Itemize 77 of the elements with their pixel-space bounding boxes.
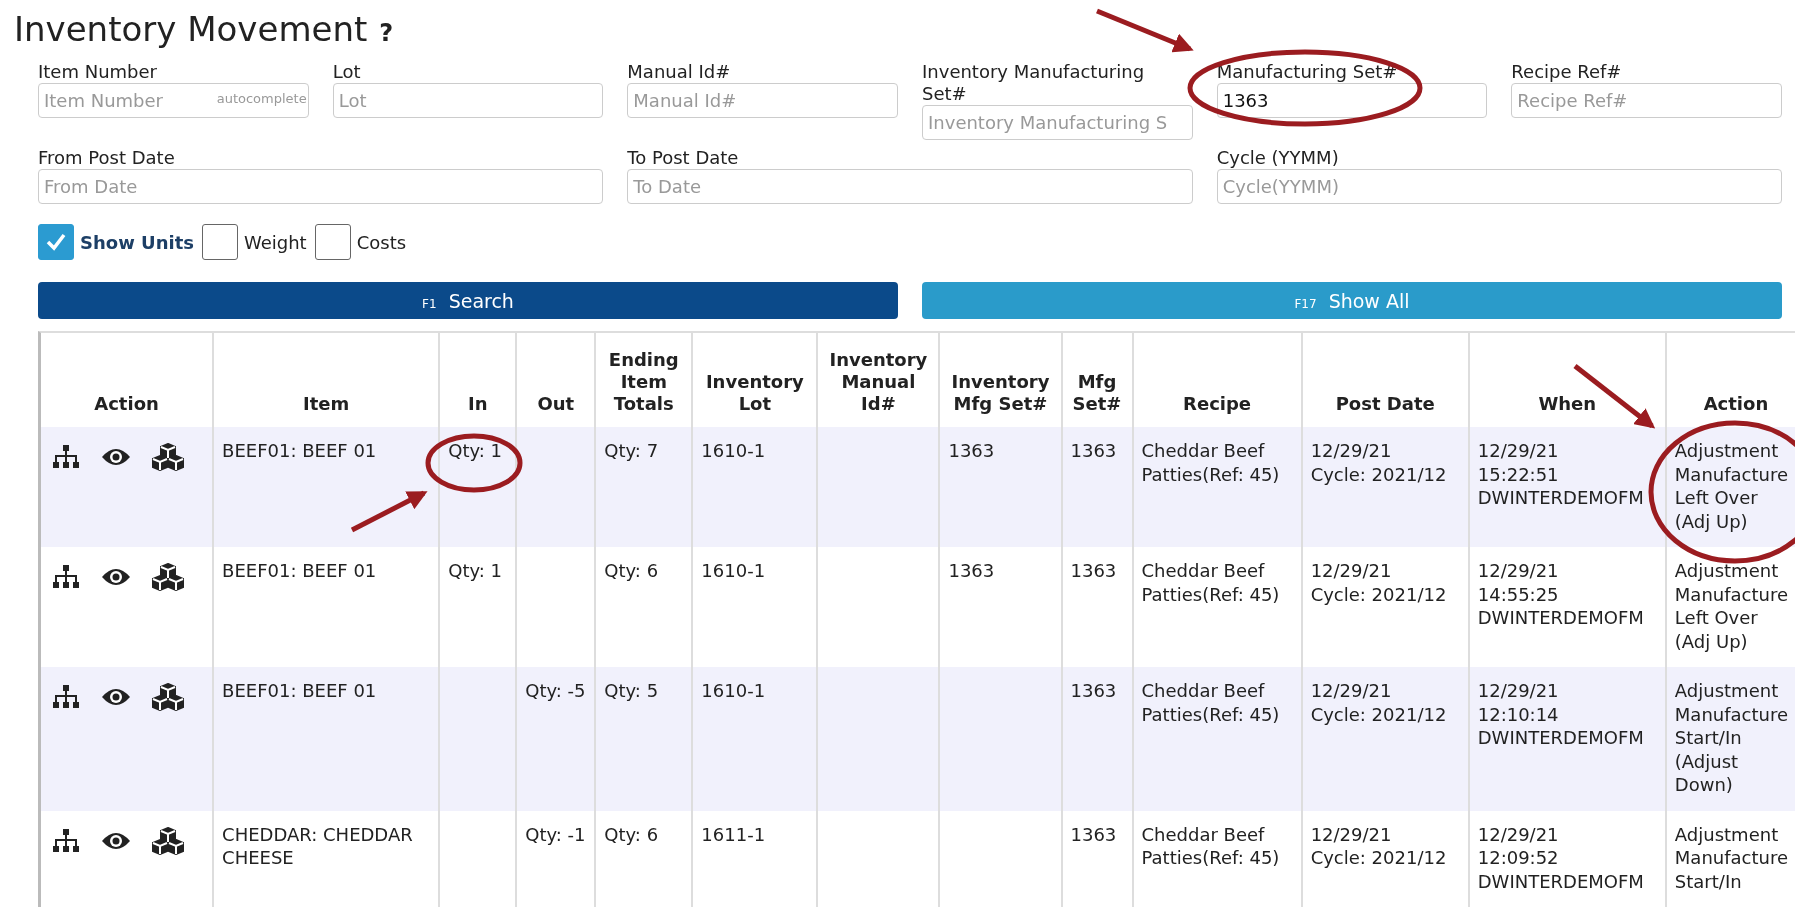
table-cell: Qty: 7 [604,440,659,461]
table-cell: Qty: 5 [604,680,659,701]
field-label: Cycle (YYMM) [1216,147,1340,169]
eye-icon[interactable] [100,830,131,851]
table-cell: 1610-1 [701,560,766,581]
table-cell: Qty: -5 [525,680,586,701]
hierarchy-icon[interactable] [53,445,79,469]
table-cell: 12/29/21 15:22:51 DWINTERDEMOFM [1477,440,1644,508]
hierarchy-icon[interactable] [53,565,79,589]
table-cell: Qty: -1 [525,823,586,845]
field-label: Manual Id# [627,61,732,83]
field-label: To Post Date [627,147,740,169]
table-cell: Cheddar Beef Patties(Ref: 45) [1141,440,1280,485]
table-cell: Adjustment Manufacture Start/In (Adjust Down) [1674,680,1789,795]
input-field[interactable]: Lot [332,83,604,118]
field-label: Manufacturing Set# [1216,61,1399,83]
eye-icon[interactable] [100,567,131,587]
cubes-icon[interactable] [152,563,185,591]
table-cell: 1363 [1070,560,1117,581]
input-field[interactable]: Cycle(YYMM) [1216,169,1782,204]
table-cell: 1363 [948,440,995,461]
action-button[interactable]: F1 Search [38,282,898,319]
eye-icon[interactable] [100,687,131,707]
input-field[interactable]: To Date [627,169,1193,204]
table-cell: Cheddar Beef Patties(Ref: 45) [1141,823,1280,868]
table-cell: 1611-1 [701,823,766,845]
table-cell: Adjustment Manufacture Left Over (Adj Up) [1674,560,1789,652]
checkbox[interactable] [38,224,74,260]
table-cell: 1363 [948,560,995,581]
checkbox-label[interactable]: Show Units [80,231,194,253]
table-cell: Qty: 6 [604,823,659,845]
table-cell: 1363 [1070,680,1117,701]
table-cell: Qty: 6 [604,560,659,581]
table-cell: Qty: 1 [448,560,503,581]
eye-icon[interactable] [100,447,131,467]
table-cell: 12/29/21 Cycle: 2021/12 [1310,560,1447,605]
page-title: Inventory Movement [14,8,368,50]
table-cell: Qty: 1 [448,440,503,461]
cubes-icon[interactable] [152,826,185,855]
hierarchy-icon[interactable] [53,685,79,709]
input-field[interactable]: Recipe Ref# [1511,83,1783,118]
field-label: Inventory Manufacturing Set# [922,61,1146,105]
table-cell: BEEF01: BEEF 01 [222,440,377,461]
input-field[interactable]: Inventory Manufacturing S [922,105,1193,140]
field-label: Recipe Ref# [1511,61,1623,83]
table-cell: BEEF01: BEEF 01 [222,680,377,701]
autocomplete-hint: autocomplete [216,91,307,106]
table-cell: Cheddar Beef Patties(Ref: 45) [1141,680,1280,725]
table-cell: 12/29/21 Cycle: 2021/12 [1310,823,1447,868]
table-cell: Cheddar Beef Patties(Ref: 45) [1141,560,1280,605]
table-cell: 12/29/21 12:09:52 DWINTERDEMOFM [1477,823,1644,892]
field-label: From Post Date [38,147,176,169]
table-cell: 12/29/21 Cycle: 2021/12 [1310,680,1447,725]
hierarchy-icon[interactable] [53,828,79,853]
table-cell: BEEF01: BEEF 01 [222,560,377,581]
table-cell: 1363 [1070,440,1117,461]
checkbox-label[interactable]: Costs [356,231,407,253]
input-field[interactable]: From Date [38,169,604,204]
table-cell: 12/29/21 12:10:14 DWINTERDEMOFM [1477,680,1644,748]
field-label: Item Number [38,61,158,83]
checkbox-label[interactable]: Weight [243,231,307,253]
table-cell: CHEDDAR: CHEDDAR CHEESE [222,823,413,868]
input-field[interactable]: 1363 [1216,83,1488,118]
table-cell: 12/29/21 14:55:25 DWINTERDEMOFM [1477,560,1644,628]
table-cell: 1610-1 [701,440,766,461]
table-cell: 12/29/21 Cycle: 2021/12 [1310,440,1447,485]
field-label: Lot [332,61,362,83]
checkbox[interactable] [314,224,351,260]
checkbox[interactable] [201,224,238,260]
table-cell: 1610-1 [701,680,766,701]
table-cell: Adjustment Manufacture Left Over (Adj Up) [1674,440,1789,532]
input-field[interactable]: Manual Id# [627,83,898,118]
table-cell: Adjustment Manufacture Start/In [1674,823,1789,892]
table-cell: 1363 [1070,823,1117,845]
help-link[interactable]: ? [379,12,394,54]
cubes-icon[interactable] [152,443,185,471]
cubes-icon[interactable] [152,683,185,711]
